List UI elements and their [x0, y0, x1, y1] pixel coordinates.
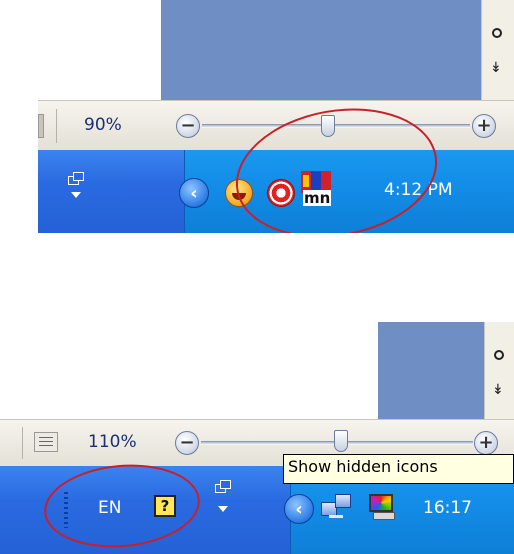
tooltip: Show hidden icons [283, 454, 514, 484]
zoom-level[interactable]: 90% [84, 115, 122, 135]
separator [56, 109, 57, 143]
show-hidden-icons-button[interactable]: ‹ [179, 178, 209, 208]
taskbar-menu-arrow-icon[interactable] [71, 192, 81, 198]
window-background [161, 0, 514, 100]
window-background [378, 322, 484, 419]
show-hidden-icons-button[interactable]: ‹ [284, 494, 314, 524]
taskbar-group-icon[interactable] [68, 172, 84, 185]
zoom-in-button[interactable]: + [472, 114, 496, 138]
taskbar-group-icon[interactable] [215, 480, 231, 493]
zoom-out-button[interactable]: − [175, 431, 199, 455]
display-settings-icon[interactable] [367, 490, 399, 522]
zoom-out-button[interactable]: − [176, 114, 200, 138]
taskbar [38, 150, 184, 233]
zoom-level[interactable]: 110% [88, 432, 137, 452]
next-page-icon[interactable]: ↡ [490, 60, 502, 76]
network-icon[interactable] [321, 492, 353, 522]
view-icon[interactable] [34, 432, 58, 452]
select-browse-object-icon[interactable] [492, 28, 502, 38]
scroll-strip: ↡ [481, 0, 514, 100]
select-browse-object-icon[interactable] [494, 350, 504, 360]
next-page-icon[interactable]: ↡ [492, 382, 504, 398]
clock[interactable]: 16:17 [423, 498, 472, 518]
separator [22, 427, 23, 459]
scroll-strip: ↡ [484, 322, 514, 419]
top-screenshot: ↡ 90% − + ‹ mn 4:12 PM [38, 0, 514, 233]
zoom-slider-thumb[interactable] [334, 430, 348, 452]
view-icon[interactable] [38, 114, 44, 138]
zoom-in-button[interactable]: + [474, 431, 498, 455]
bottom-screenshot: ↡ 110% − + EN ? ‹ 16:17 Show hidden icon… [0, 322, 514, 554]
taskbar-menu-arrow-icon[interactable] [218, 506, 228, 512]
